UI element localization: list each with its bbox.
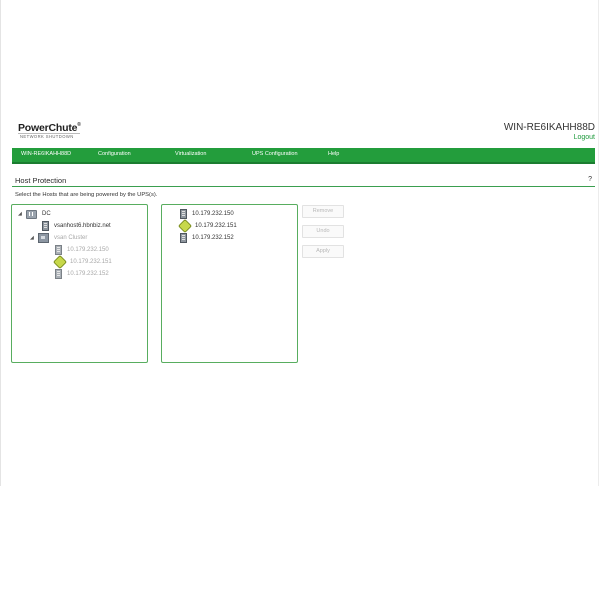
apply-button[interactable]: Apply (302, 245, 344, 258)
nav-item-virtualization[interactable]: Virtualization (175, 151, 206, 157)
nav-item-help[interactable]: Help (328, 151, 339, 157)
vm-leaf-icon (52, 254, 68, 270)
undo-button[interactable]: Undo (302, 225, 344, 238)
collapse-arrow-icon[interactable]: ◢ (30, 235, 38, 241)
selected-host-label: 10.179.232.152 (192, 235, 234, 241)
help-icon[interactable]: ? (588, 176, 592, 183)
tree-node-label: 10.179.232.150 (67, 247, 109, 253)
logout-link[interactable]: Logout (574, 134, 595, 141)
logo-title: PowerChute (18, 122, 78, 134)
page-title: Host Protection (15, 176, 67, 185)
tree-node-label: 10.179.232.151 (70, 259, 112, 265)
tree-node-label: 10.179.232.152 (67, 271, 109, 277)
server-icon (55, 269, 62, 279)
cluster-icon (38, 233, 49, 243)
tree-node-cluster-host[interactable]: 10.179.232.152 (55, 269, 109, 279)
available-hosts-tree[interactable]: ◢ DC vsanhost6.hbnbiz.net ◢ vsan Cluster… (11, 204, 148, 363)
selected-host-item[interactable]: 10.179.232.151 (177, 218, 237, 234)
selected-host-label: 10.179.232.151 (195, 223, 237, 229)
nav-item-configuration[interactable]: Configuration (98, 151, 131, 157)
tree-node-label: vsan Cluster (54, 235, 88, 241)
server-icon (180, 209, 187, 219)
tree-node-label: vsanhost6.hbnbiz.net (54, 223, 111, 229)
host-name: WIN-RE6IKAHH88D (503, 122, 595, 133)
selected-host-item[interactable]: 10.179.232.152 (180, 233, 234, 243)
server-icon (55, 245, 62, 255)
remove-button[interactable]: Remove (302, 205, 344, 218)
server-icon (42, 221, 49, 231)
window-right-border (598, 0, 599, 486)
tree-node-cluster-host[interactable]: 10.179.232.150 (55, 245, 109, 255)
window-left-border (0, 0, 1, 486)
tree-node-label: DC (42, 211, 51, 217)
nav-item-host[interactable]: WIN-RE6IKAHH88D (21, 151, 71, 157)
tree-node-dc[interactable]: ◢ DC (18, 209, 51, 219)
main-nav: WIN-RE6IKAHH88D Configuration Virtualiza… (12, 148, 595, 164)
nav-item-ups-configuration[interactable]: UPS Configuration (252, 151, 298, 157)
logo-trademark: ® (77, 122, 81, 128)
tree-node-cluster[interactable]: ◢ vsan Cluster (30, 233, 87, 243)
collapse-arrow-icon[interactable]: ◢ (18, 211, 26, 217)
selected-hosts-list[interactable]: 10.179.232.150 10.179.232.151 10.179.232… (161, 204, 298, 363)
selected-host-item[interactable]: 10.179.232.150 (180, 209, 234, 219)
vm-leaf-icon (177, 218, 193, 234)
tree-node-host[interactable]: vsanhost6.hbnbiz.net (42, 221, 111, 231)
powerchute-logo: PowerChute® NETWORK SHUTDOWN (18, 122, 81, 139)
server-icon (180, 233, 187, 243)
datacenter-icon (26, 209, 37, 219)
logo-subtitle: NETWORK SHUTDOWN (18, 133, 80, 139)
section-divider (12, 186, 595, 187)
tree-node-cluster-host[interactable]: 10.179.232.151 (52, 254, 112, 270)
selected-host-label: 10.179.232.150 (192, 211, 234, 217)
instructions-text: Select the Hosts that are being powered … (15, 192, 158, 198)
